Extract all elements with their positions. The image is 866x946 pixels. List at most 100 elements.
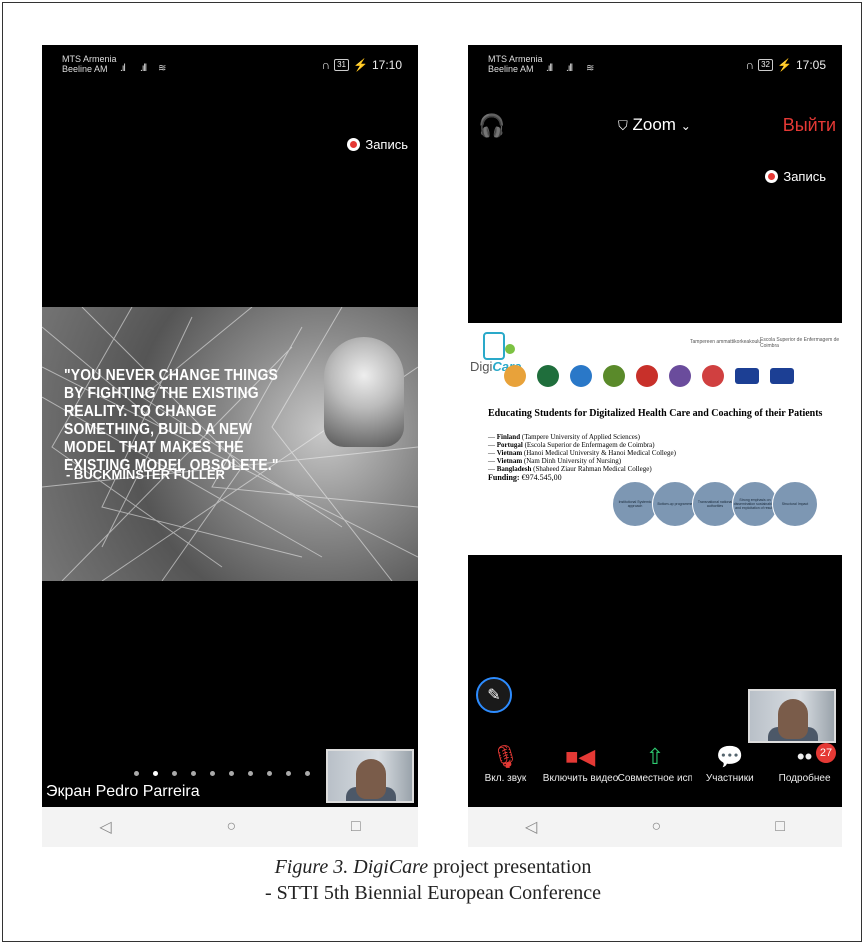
carrier-names: MTS Armenia Beeline AM [62,54,117,74]
status-right: ∩ 31 ⚡ 17:10 [321,58,402,72]
wifi-icon: ≋ [586,63,594,74]
charging-icon: ⚡ [777,58,792,72]
signal-icon: .ıll [566,63,573,74]
unmute-button[interactable]: 🎙 Вкл. звук [468,741,543,797]
screen-share-label: Экран Pedro Parreira [46,783,200,800]
signal-icon: .ıl [120,63,126,74]
android-nav-bar: ◁ ○ □ [468,807,842,847]
page-dot[interactable] [134,771,139,776]
recents-icon[interactable]: □ [775,818,785,836]
carrier-2: Beeline AM [62,64,108,74]
page-dot[interactable] [305,771,310,776]
status-bar: MTS Armenia Beeline AM .ıl .ıll ≋ ∩ 31 ⚡… [42,45,418,85]
start-video-button[interactable]: ■◀ Включить видео [543,741,618,797]
mic-muted-icon: 🎙 [491,744,520,769]
carrier-2: Beeline AM [488,64,534,74]
leave-button[interactable]: Выйти [783,115,836,136]
partner-logo [504,365,526,387]
avatar-face [778,699,808,739]
meeting-toolbar: 🎙 Вкл. звук ■◀ Включить видео ⇧ Совместн… [468,741,842,797]
app-title: Zoom [632,115,676,134]
tamk-logo-text: Tampereen ammattikorkeakoulu [690,339,762,345]
back-icon[interactable]: ◁ [525,817,537,837]
partner-logo [702,365,724,387]
eu-flag-icon [735,368,759,384]
carrier-1: MTS Armenia [62,54,117,64]
chevron-down-icon: ⌄ [680,119,691,133]
funding-line: Funding: €974.545,00 [488,473,562,482]
partner-logo [636,365,658,387]
home-icon[interactable]: ○ [226,818,236,836]
signal-icon: .ıll [546,63,553,74]
recording-indicator[interactable]: Запись [765,169,826,184]
toolbar-label: Вкл. звук [484,773,527,784]
quote-author: - BUCKMINSTER FULLER [66,467,225,482]
partner-item: — Portugal (Escola Superior de Enfermage… [488,441,655,449]
battery-icon: 32 [758,59,774,71]
page-dot[interactable] [267,771,272,776]
share-screen-button[interactable]: ⇧ Совместное использование [618,741,693,797]
figure-caption-line-2: - STTI 5th Biennial European Conference [265,882,601,904]
headphone-icon: ∩ [745,58,755,72]
partner-logo [570,365,592,387]
toolbar-label: Совместное использование [617,773,693,784]
status-right: ∩ 32 ⚡ 17:05 [745,58,826,72]
carrier-1: MTS Armenia [488,54,543,64]
speaker-photo [324,337,404,447]
coimbra-logo-text: Escola Superior de Enfermagem de Coimbra [760,337,840,349]
toolbar-label: Подробнее [778,773,831,784]
home-icon[interactable]: ○ [651,818,661,836]
partner-item: — Vietnam (Nam Dinh University of Nursin… [488,457,622,465]
charging-icon: ⚡ [353,58,368,72]
shared-slide-quote: "YOU NEVER CHANGE THINGS BY FIGHTING THE… [42,307,418,581]
back-icon[interactable]: ◁ [99,817,111,837]
recording-indicator[interactable]: Запись [347,137,408,152]
page-dot[interactable] [191,771,196,776]
chat-icon: 💬 [716,744,744,769]
page-dot[interactable] [286,771,291,776]
recents-icon[interactable]: □ [351,818,361,836]
battery-icon: 31 [334,59,350,71]
slide-title: Educating Students for Digitalized Healt… [488,408,823,419]
zoom-top-bar: 🎧 ⛉ Zoom ⌄ Выйти [468,113,842,143]
record-icon [765,170,779,183]
clock: 17:10 [371,58,402,72]
partner-logo [669,365,691,387]
partner-item: — Bangladesh (Shaheed Ziaur Rahman Medic… [488,465,652,473]
page-dot-active[interactable] [153,771,158,776]
headphone-icon: ∩ [321,58,331,72]
shared-slide-digicare: DigiCare Tampereen ammattikorkeakoulu Es… [468,323,842,555]
phone-screen-left: MTS Armenia Beeline AM .ıl .ıll ≋ ∩ 31 ⚡… [42,45,418,807]
impact-circle: Structural Impact [772,481,818,527]
annotate-pencil-button[interactable]: ✎ [476,677,512,713]
recording-label: Запись [365,137,408,152]
page-dot[interactable] [172,771,177,776]
share-icon: ⇧ [645,744,665,769]
phone-screen-right: MTS Armenia Beeline AM .ıll .ıll ≋ ∩ 32 … [468,45,842,807]
quote-text: "YOU NEVER CHANGE THINGS BY FIGHTING THE… [64,367,279,474]
page-dot[interactable] [248,771,253,776]
carrier-names: MTS Armenia Beeline AM [488,54,543,74]
impact-circles: Institutional Systemic approach Bottom-u… [612,481,818,527]
partner-item: — Vietnam (Hanoi Medical University & Ha… [488,449,676,457]
signal-icon: .ıll [140,63,147,74]
self-video-thumbnail[interactable] [748,689,836,743]
figure-caption-line-1: Figure 3. DigiCare project presentation [274,856,592,878]
page-indicator[interactable] [134,771,310,776]
page-dot[interactable] [210,771,215,776]
page-dot[interactable] [229,771,234,776]
notification-badge: 27 [815,743,836,763]
shield-icon: ⛉ [618,118,628,133]
clock: 17:05 [795,58,826,72]
self-video-thumbnail[interactable] [326,749,414,803]
avatar-face [356,759,386,799]
status-bar: MTS Armenia Beeline AM .ıll .ıll ≋ ∩ 32 … [468,45,842,85]
more-button[interactable]: •• 27 Подробнее [767,741,842,797]
toolbar-label: Включить видео [542,773,618,784]
partner-list: — Finland (Tampere University of Applied… [488,433,676,473]
partner-logo [603,365,625,387]
audio-headset-icon[interactable]: 🎧 [478,113,505,139]
meeting-info-dropdown[interactable]: ⛉ Zoom ⌄ [618,115,691,135]
toolbar-label: Участники [705,773,754,784]
participants-button[interactable]: 💬 Участники [692,741,767,797]
